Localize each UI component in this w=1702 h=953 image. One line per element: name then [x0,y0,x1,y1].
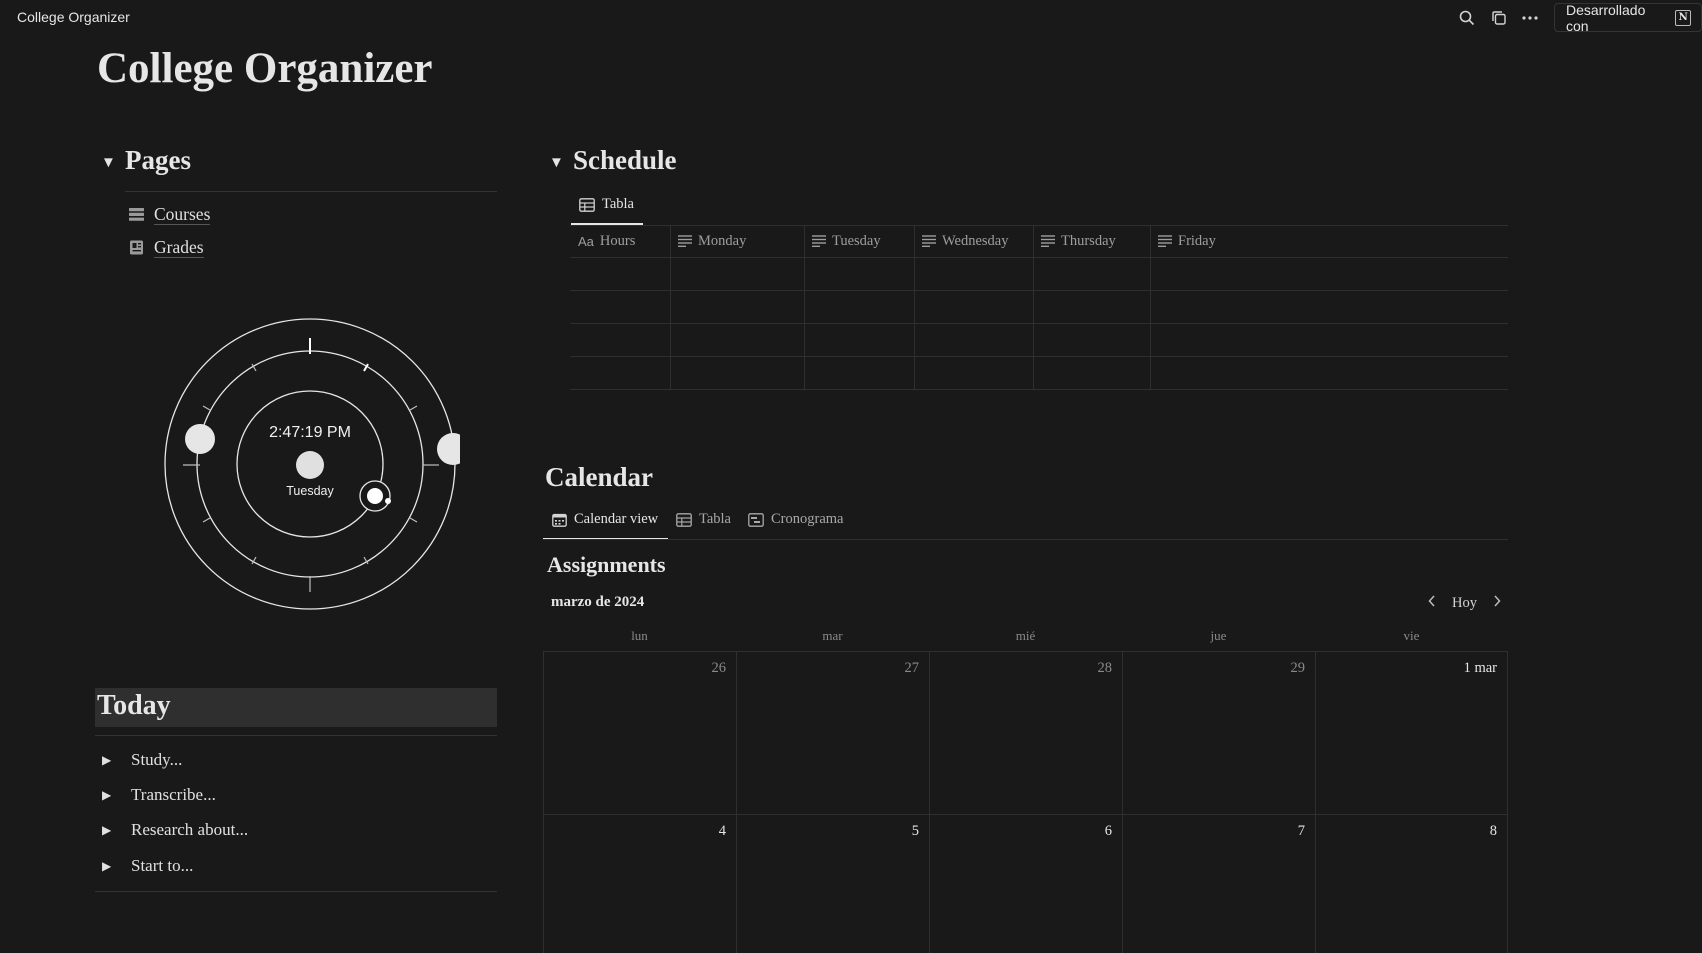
calendar-day-cell[interactable]: 1 mar [1316,652,1508,815]
notion-logo-icon: N [1675,9,1691,26]
column-header-hours[interactable]: Aa Hours [570,225,670,257]
day-number: 5 [911,823,919,839]
tab-calendar-view[interactable]: Calendar view [552,511,658,528]
weekday-header: mar [822,628,843,643]
schedule-toggle-icon[interactable]: ▼ [549,155,564,172]
column-header-friday[interactable]: Friday [1150,225,1300,257]
calendar-day-cell[interactable]: 27 [737,652,930,815]
duplicate-icon[interactable] [1489,8,1509,28]
database-title[interactable]: Assignments [547,552,666,578]
today-item-label: Research about... [131,820,249,839]
tab-cronograma[interactable]: Cronograma [748,511,843,528]
schedule-heading: Schedule [573,145,677,175]
page-link-courses[interactable]: Courses [128,204,211,225]
timeline-icon [748,512,764,527]
pages-toggle-icon[interactable]: ▼ [101,155,116,172]
text-property-icon [922,235,936,247]
calendar-day-cell[interactable]: 29 [1123,652,1316,815]
page-link-label: Courses [154,204,211,225]
today-toggle-item[interactable]: ▶ Research about... [95,820,248,840]
day-number: 29 [1290,660,1306,676]
day-number: 4 [718,823,726,839]
month-label: marzo de 2024 [551,594,645,610]
day-number: 8 [1489,823,1497,839]
today-button[interactable]: Hoy [1452,595,1477,612]
clock-time: 2:47:19 PM [269,424,351,441]
more-icon[interactable] [1520,8,1540,28]
chevron-right-icon [1494,595,1501,607]
column-header-tuesday[interactable]: Tuesday [804,225,914,257]
toggle-triangle-icon: ▶ [102,822,112,837]
search-icon[interactable] [1457,8,1477,28]
notebook-icon [130,240,143,255]
day-number: 28 [1097,660,1113,676]
column-header-wednesday[interactable]: Wednesday [914,225,1033,257]
today-toggle-item[interactable]: ▶ Transcribe... [95,785,216,805]
table-icon [579,197,595,212]
page-title: College Organizer [97,45,433,92]
prev-month-button[interactable] [1427,594,1437,613]
today-toggle-item[interactable]: ▶ Study... [95,750,182,770]
calendar-day-cell[interactable]: 28 [930,652,1123,815]
column-header-thursday[interactable]: Thursday [1033,225,1150,257]
calendar-day-cell[interactable]: 7 [1123,815,1316,953]
built-with-notion-button[interactable]: Desarrollado con N [1554,1,1702,34]
text-property-icon [678,235,692,247]
calendar-day-cell[interactable]: 26 [544,652,737,815]
tab-label: Calendar view [574,511,659,527]
page-link-label: Grades [154,237,204,258]
weekday-header: jue [1210,628,1227,643]
built-with-label: Desarrollado con [1566,1,1646,34]
tab-label: Tabla [699,511,731,527]
app-title: College Organizer [17,9,130,25]
calendar-day-cell[interactable]: 4 [544,815,737,953]
text-property-icon [1158,235,1172,247]
clock-day: Tuesday [286,484,334,498]
today-divider-top [95,735,497,736]
tab-label: Tabla [602,196,634,212]
text-property-icon [812,235,826,247]
day-number: 27 [904,660,920,676]
tab-label: Cronograma [771,511,844,527]
weekday-header: vie [1403,628,1420,643]
orbit-clock-widget: 2:47:19 PM Tuesday [160,313,469,613]
tabs-divider [543,539,1508,540]
toggle-triangle-icon: ▶ [102,752,112,767]
calendar-day-cell[interactable]: 6 [930,815,1123,953]
today-item-label: Study... [131,750,183,769]
next-month-button[interactable] [1492,594,1502,613]
toggle-triangle-icon: ▶ [102,858,112,873]
table-icon [676,512,692,527]
pages-divider [125,191,497,192]
orbit-clock-graphic [164,318,469,610]
chevron-left-icon [1428,595,1435,607]
column-header-monday[interactable]: Monday [670,225,804,257]
day-number: 26 [711,660,727,676]
tab-calendar-tabla[interactable]: Tabla [676,511,731,528]
calendar-day-cell[interactable]: 8 [1316,815,1508,953]
stack-icon [129,208,144,221]
toggle-triangle-icon: ▶ [102,787,112,802]
today-heading: Today [97,690,171,721]
center-dot-icon [296,451,324,479]
calendar-day-cell[interactable]: 5 [737,815,930,953]
top-bar: College Organizer Desarrollado con N [0,0,1702,36]
title-property-icon: Aa [578,233,594,249]
pages-heading: Pages [125,145,191,175]
tab-schedule-tabla[interactable]: Tabla [579,196,634,213]
day-number: 7 [1297,823,1305,839]
day-number: 1 mar [1463,660,1497,676]
text-property-icon [1041,235,1055,247]
page-link-grades[interactable]: Grades [128,237,204,258]
today-divider-bottom [95,891,497,892]
weekday-header: lun [631,628,648,643]
day-number: 6 [1104,823,1112,839]
calendar-heading: Calendar [545,462,653,492]
calendar-icon [552,513,567,527]
today-item-label: Transcribe... [131,785,216,804]
today-toggle-item[interactable]: ▶ Start to... [95,856,193,876]
weekday-header: mié [1015,628,1036,643]
today-item-label: Start to... [131,856,194,875]
